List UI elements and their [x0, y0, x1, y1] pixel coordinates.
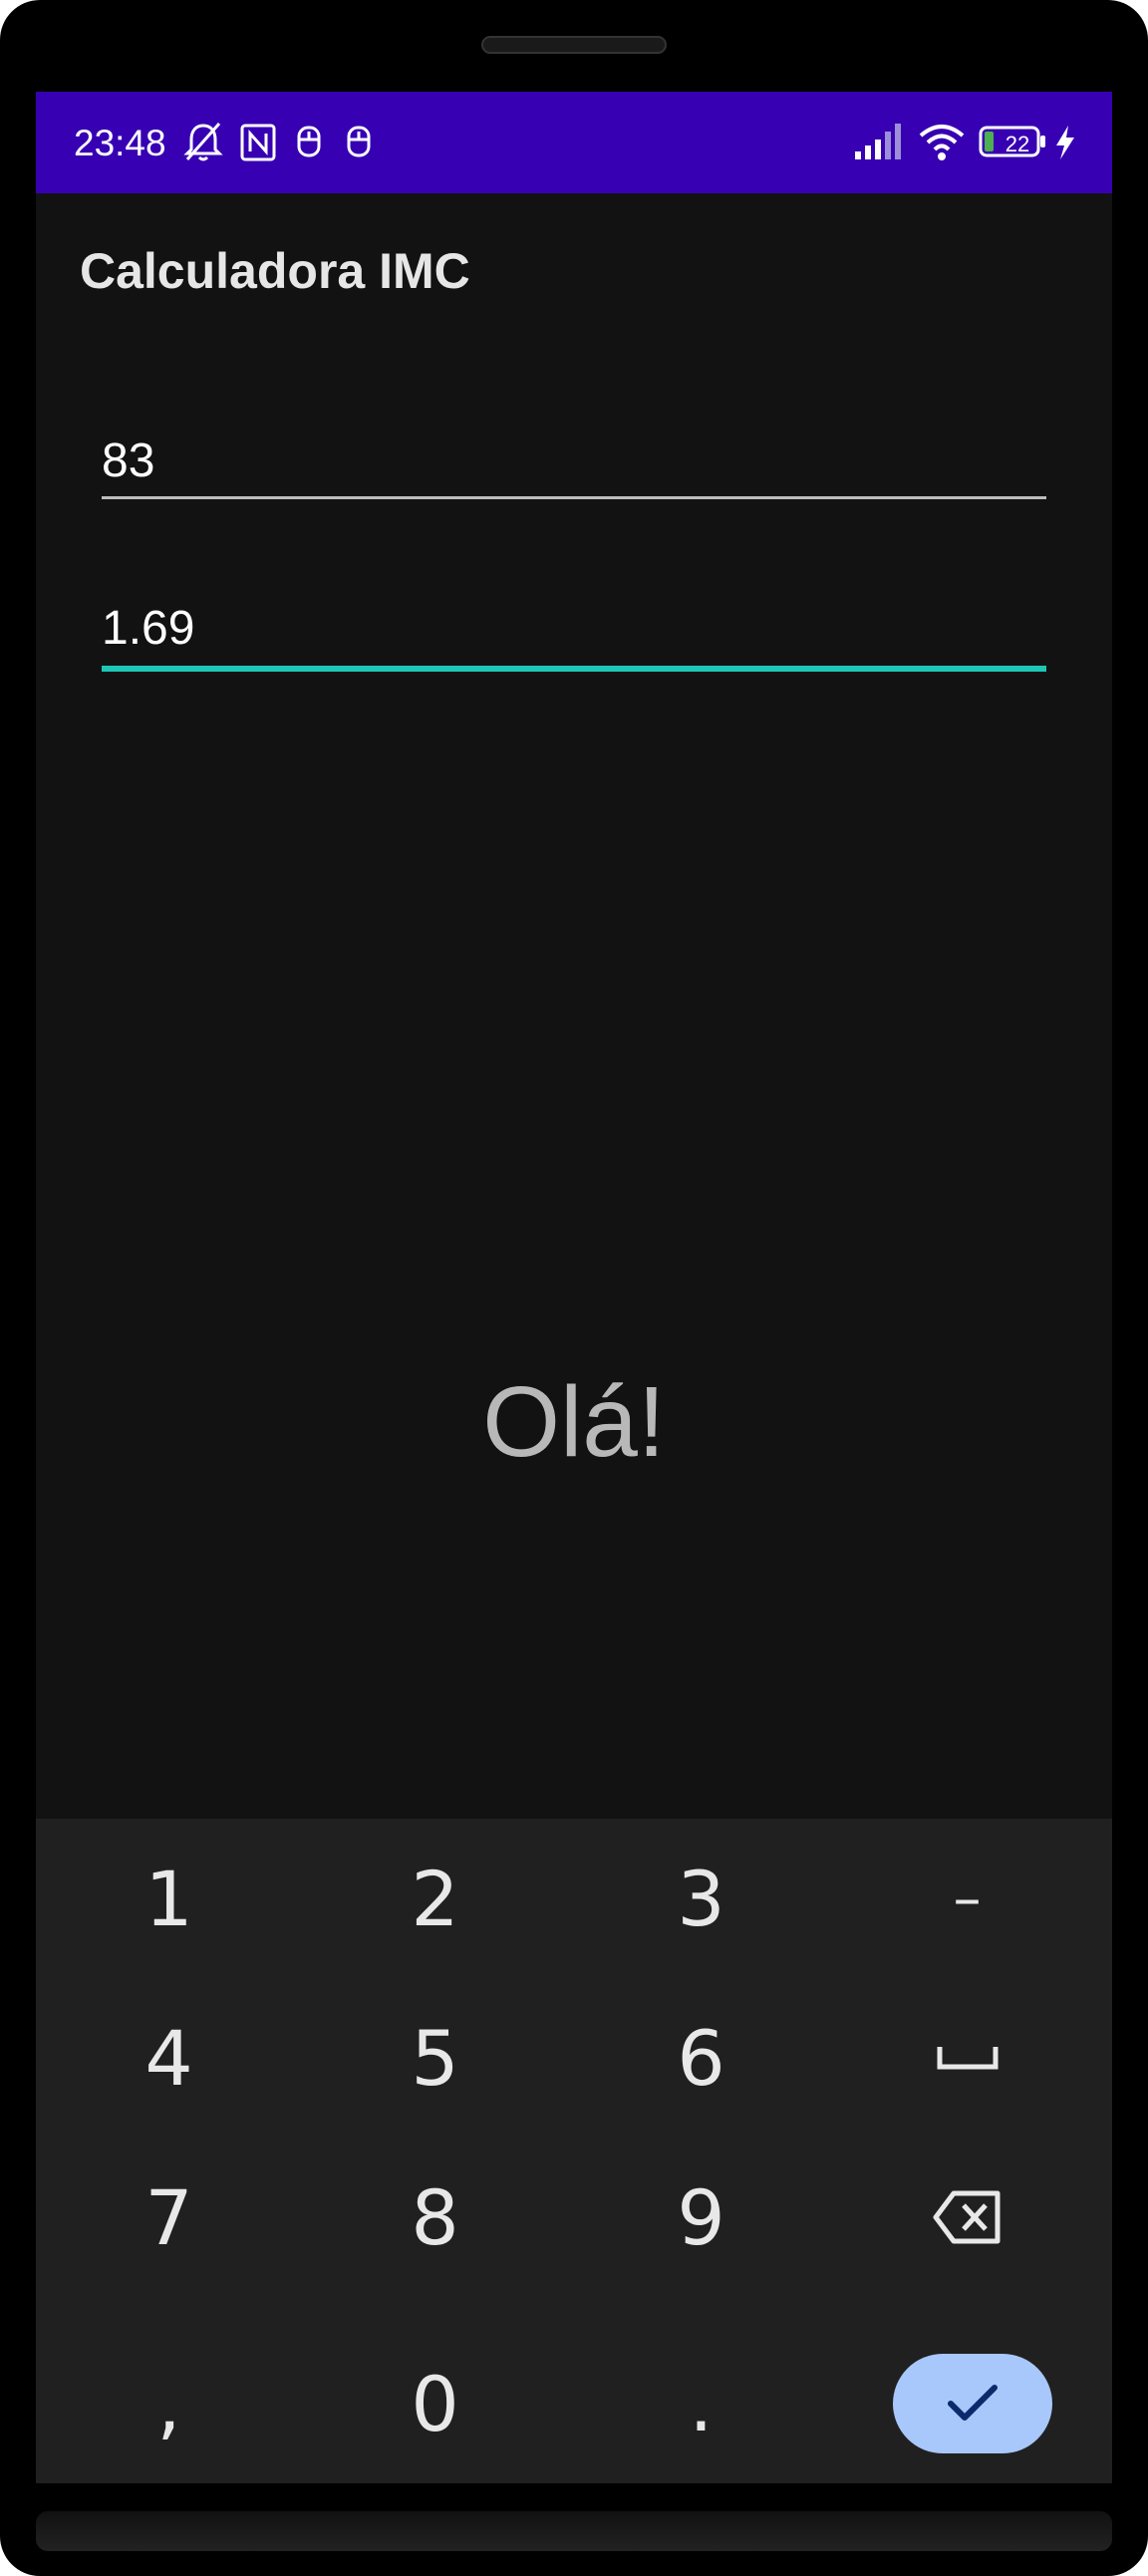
key-label: 1: [144, 1854, 193, 1943]
app-screen: 23:48 22 Calculadora IMC 83 1.69 Olá! 1 …: [36, 92, 1112, 2483]
key-label: 3: [677, 1854, 725, 1943]
result-message: Olá!: [482, 1366, 666, 1478]
key-label: 6: [677, 2013, 725, 2103]
wifi-icon: [919, 125, 965, 160]
height-underline: [102, 666, 1046, 672]
key-space[interactable]: [834, 1978, 1100, 2138]
key-3[interactable]: 3: [568, 1819, 834, 1978]
key-5[interactable]: 5: [302, 1978, 568, 2138]
status-bar: 23:48 22: [36, 92, 1112, 193]
key-label: –: [953, 1865, 982, 1931]
mute-bell-icon: [183, 123, 223, 161]
key-1[interactable]: 1: [36, 1819, 302, 1978]
key-label: 4: [144, 2013, 193, 2103]
key-period[interactable]: .: [568, 2324, 834, 2483]
key-2[interactable]: 2: [302, 1819, 568, 1978]
height-value: 1.69: [102, 602, 195, 655]
phone-frame: 23:48 22 Calculadora IMC 83 1.69 Olá! 1 …: [0, 0, 1148, 2576]
key-label: 7: [144, 2172, 193, 2262]
nfc-icon: [240, 124, 276, 161]
weight-value: 83: [102, 434, 155, 487]
key-label: ,: [156, 2359, 181, 2448]
key-6[interactable]: 6: [568, 1978, 834, 2138]
key-label: 9: [677, 2172, 725, 2262]
key-label: 5: [411, 2013, 459, 2103]
bottom-bezel: [36, 2511, 1112, 2551]
key-7[interactable]: 7: [36, 2138, 302, 2297]
key-9[interactable]: 9: [568, 2138, 834, 2297]
key-comma[interactable]: ,: [36, 2324, 302, 2483]
weight-underline: [102, 496, 1046, 499]
key-label: 2: [411, 1854, 459, 1943]
weight-input[interactable]: 83: [102, 432, 1046, 502]
battery-level: 22: [1004, 132, 1030, 156]
key-8[interactable]: 8: [302, 2138, 568, 2297]
earpiece-speaker: [481, 36, 667, 54]
charging-bolt-icon: [1056, 126, 1074, 159]
key-0[interactable]: 0: [302, 2324, 568, 2483]
key-4[interactable]: 4: [36, 1978, 302, 2138]
key-label: .: [689, 2359, 714, 2448]
space-icon: [937, 2047, 998, 2070]
key-label: 0: [411, 2359, 459, 2448]
key-backspace[interactable]: [834, 2138, 1100, 2297]
key-minus[interactable]: –: [834, 1819, 1100, 1978]
backspace-icon: [933, 2190, 1000, 2244]
key-label: 8: [411, 2172, 459, 2262]
numeric-keyboard: 1 2 3 – 4 5 6 7 8 9 , 0 .: [36, 1819, 1112, 2483]
done-button[interactable]: [893, 2354, 1052, 2453]
app-notification-icon: [347, 126, 371, 157]
status-time: 23:48: [74, 123, 166, 163]
app-title: Calculadora IMC: [80, 243, 470, 299]
checkmark-icon: [948, 2385, 998, 2421]
height-input[interactable]: 1.69: [102, 600, 1046, 672]
signal-icon: [855, 124, 901, 159]
app-notification-icon: [297, 126, 321, 157]
